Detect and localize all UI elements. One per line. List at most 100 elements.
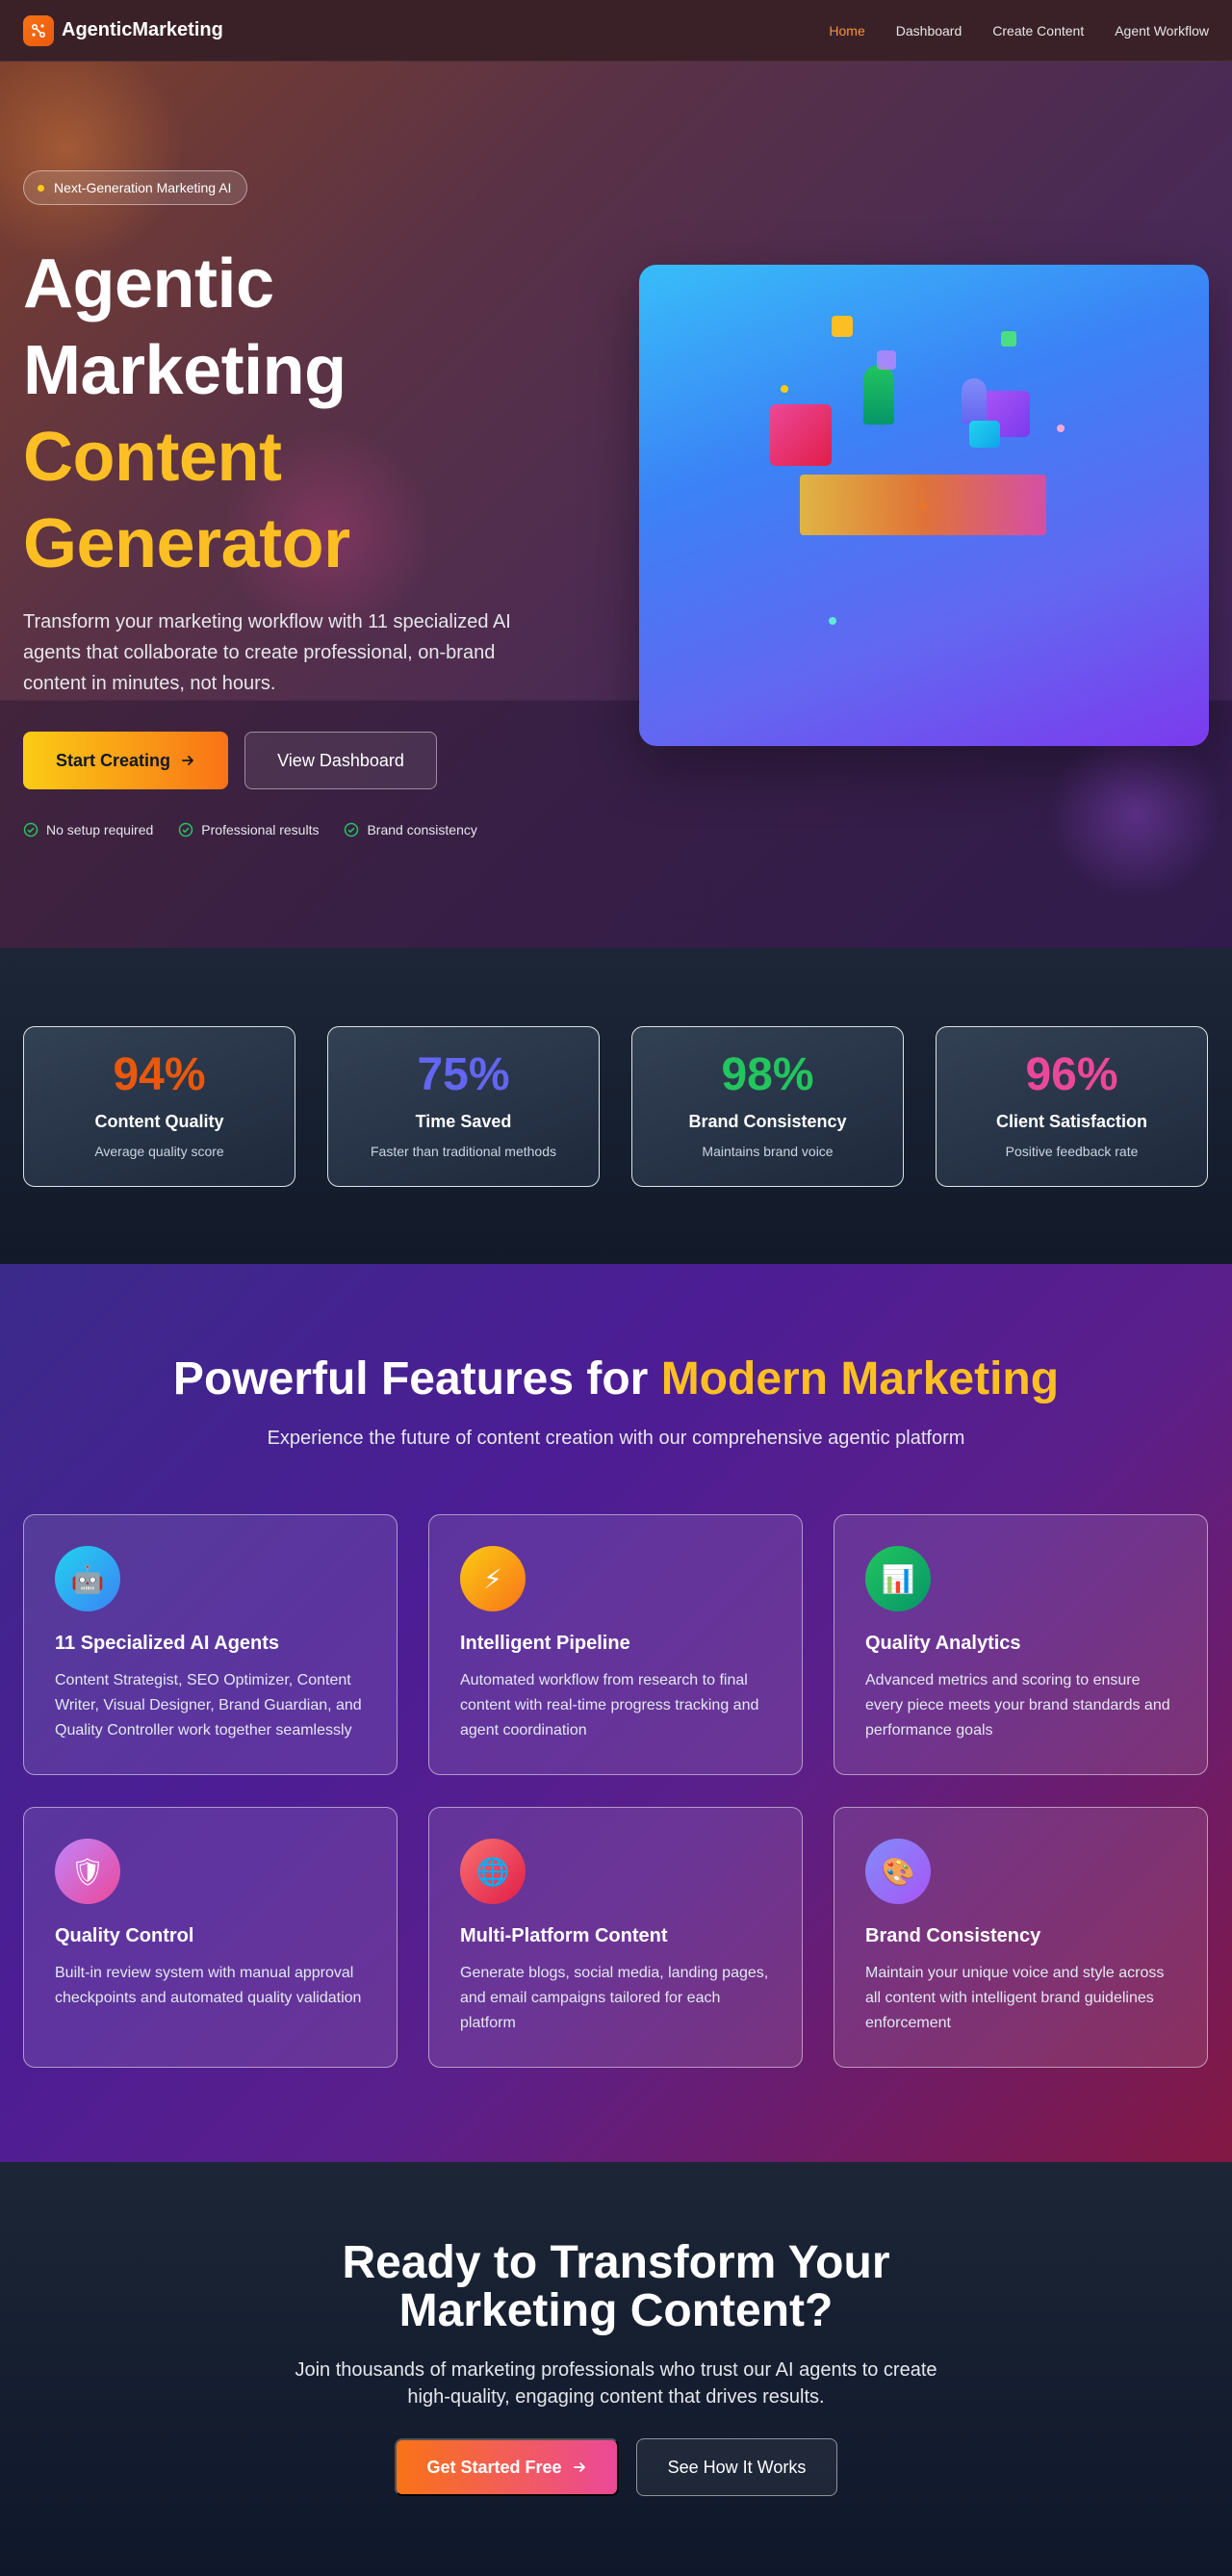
feature-card: 🛡 Quality Control Built-in review system…: [23, 1807, 398, 2068]
see-how-it-works-button[interactable]: See How It Works: [636, 2438, 837, 2496]
nav-link-dashboard[interactable]: Dashboard: [896, 23, 962, 39]
illustration-cube-mauve: [877, 350, 896, 370]
feature-desc: Content Strategist, SEO Optimizer, Conte…: [55, 1672, 362, 1739]
check-circle-icon: [345, 822, 359, 837]
feature-title: Brand Consistency: [865, 1925, 1041, 1946]
stat-label: Content Quality: [94, 1112, 224, 1131]
check-item: No setup required: [23, 822, 153, 837]
stat-card-brand-consistency: 98% Brand Consistency Maintains brand vo…: [631, 1026, 904, 1187]
nav-links: Home Dashboard Create Content Agent Work…: [829, 23, 1209, 39]
features-section: Powerful Features for Modern Marketing E…: [0, 1264, 1232, 2162]
stat-sub: Maintains brand voice: [702, 1144, 834, 1159]
illustration-dot-pink: [1057, 425, 1065, 432]
hero-title-line: Marketing: [23, 332, 346, 409]
brand[interactable]: AgenticMarketing: [23, 14, 223, 46]
feature-title: 11 Specialized AI Agents: [55, 1633, 280, 1654]
badge-dot-icon: [38, 184, 44, 192]
start-creating-label: Start Creating: [55, 750, 171, 770]
feature-card: 🤖 11 Specialized AI Agents Content Strat…: [23, 1514, 398, 1775]
illustration-pillar-green: [863, 365, 894, 425]
start-creating-button[interactable]: Start Creating: [23, 732, 228, 789]
stat-label: Brand Consistency: [688, 1112, 847, 1131]
hero-illustration: [639, 265, 1209, 746]
feature-desc: Built-in review system with manual appro…: [55, 1965, 362, 2006]
stat-sub: Faster than traditional methods: [371, 1144, 556, 1159]
hero-section: Next-Generation Marketing AI Agentic Mar…: [0, 62, 1232, 948]
check-label: Professional results: [201, 822, 320, 837]
stats-section: 94% Content Quality Average quality scor…: [0, 948, 1232, 1264]
stat-card-client-satisfaction: 96% Client Satisfaction Positive feedbac…: [936, 1026, 1208, 1187]
stat-sub: Average quality score: [94, 1144, 224, 1159]
hero-checklist: No setup required Professional results B…: [23, 822, 477, 837]
stat-value: 96%: [1025, 1049, 1118, 1100]
nav-link-agent-workflow[interactable]: Agent Workflow: [1115, 23, 1209, 39]
logo-icon: [23, 14, 54, 46]
feature-card: 🌐 Multi-Platform Content Generate blogs,…: [428, 1807, 803, 2068]
feature-title: Multi-Platform Content: [460, 1925, 668, 1946]
robot-icon: 🤖: [55, 1546, 120, 1611]
nav-link-home[interactable]: Home: [829, 23, 864, 39]
features-title-main: Powerful Features for: [172, 1353, 661, 1404]
illustration-cube-yellow: [832, 316, 853, 337]
arrow-right-icon: [573, 2462, 585, 2472]
illustration-pillar-blue: [962, 378, 987, 425]
stat-label: Time Saved: [415, 1112, 512, 1131]
illustration-cube-pink: [770, 404, 832, 466]
features-subtitle: Experience the future of content creatio…: [267, 1428, 965, 1449]
feature-desc: Automated workflow from research to fina…: [460, 1672, 759, 1739]
feature-desc: Maintain your unique voice and style acr…: [865, 1965, 1165, 2031]
illustration-dot-yellow: [781, 385, 788, 393]
check-circle-icon: [179, 822, 193, 837]
stat-card-time-saved: 75% Time Saved Faster than traditional m…: [327, 1026, 600, 1187]
illustration-dot-orange: [920, 503, 926, 509]
features-title-accent: Modern Marketing: [660, 1353, 1060, 1404]
cta-subtitle: Join thousands of marketing professional…: [295, 2359, 937, 2408]
chart-icon: 📊: [865, 1546, 931, 1611]
check-label: No setup required: [46, 822, 154, 837]
badge-label: Next-Generation Marketing AI: [54, 180, 232, 195]
globe-icon: 🌐: [460, 1839, 526, 1904]
illustration-cube-lime: [1001, 331, 1016, 347]
hero-title: Agentic Marketing Content Generator: [23, 241, 350, 587]
hero-title-line: Agentic: [23, 245, 274, 322]
feature-title: Quality Analytics: [865, 1633, 1021, 1654]
arrow-right-icon: [182, 756, 193, 765]
stat-label: Client Satisfaction: [995, 1112, 1148, 1131]
stat-value: 75%: [417, 1049, 510, 1100]
feature-card: 🎨 Brand Consistency Maintain your unique…: [834, 1807, 1208, 2068]
check-circle-icon: [23, 822, 38, 837]
get-started-button[interactable]: Get Started Free: [395, 2438, 619, 2496]
feature-desc: Generate blogs, social media, landing pa…: [460, 1965, 769, 2031]
features-title: Powerful Features for Modern Marketing: [0, 1352, 1232, 1405]
cta-section: Ready to Transform Your Marketing Conten…: [0, 2162, 1232, 2576]
hero-title-line: Generator: [23, 505, 350, 582]
get-started-label: Get Started Free: [426, 2457, 562, 2477]
hero-description: Transform your marketing workflow with 1…: [23, 611, 511, 694]
feature-card: 📊 Quality Analytics Advanced metrics and…: [834, 1514, 1208, 1775]
illustration-cube-cyan: [969, 421, 1000, 448]
view-dashboard-label: View Dashboard: [277, 750, 404, 770]
hero-title-line: Content: [23, 419, 282, 496]
top-nav: AgenticMarketing Home Dashboard Create C…: [0, 0, 1232, 62]
stat-card-content-quality: 94% Content Quality Average quality scor…: [23, 1026, 295, 1187]
stat-sub: Positive feedback rate: [1005, 1144, 1139, 1159]
palette-icon: 🎨: [865, 1839, 931, 1904]
stat-value: 98%: [721, 1049, 814, 1100]
feature-desc: Advanced metrics and scoring to ensure e…: [865, 1672, 1170, 1739]
feature-title: Quality Control: [55, 1925, 194, 1946]
hero-badge: Next-Generation Marketing AI: [23, 170, 248, 205]
see-how-it-works-label: See How It Works: [667, 2457, 807, 2477]
shield-icon: 🛡: [55, 1839, 120, 1904]
feature-card: ⚡ Intelligent Pipeline Automated workflo…: [428, 1514, 803, 1775]
nav-link-create-content[interactable]: Create Content: [992, 23, 1084, 39]
check-label: Brand consistency: [367, 822, 477, 837]
check-item: Professional results: [178, 822, 319, 837]
check-item: Brand consistency: [344, 822, 477, 837]
illustration-dot-cyan: [829, 617, 836, 625]
feature-title: Intelligent Pipeline: [460, 1633, 630, 1654]
view-dashboard-button[interactable]: View Dashboard: [244, 732, 437, 789]
cta-title: Ready to Transform Your Marketing Conten…: [342, 2237, 890, 2336]
brand-name: AgenticMarketing: [62, 19, 223, 40]
lightning-icon: ⚡: [460, 1546, 526, 1611]
stat-value: 94%: [113, 1049, 206, 1100]
